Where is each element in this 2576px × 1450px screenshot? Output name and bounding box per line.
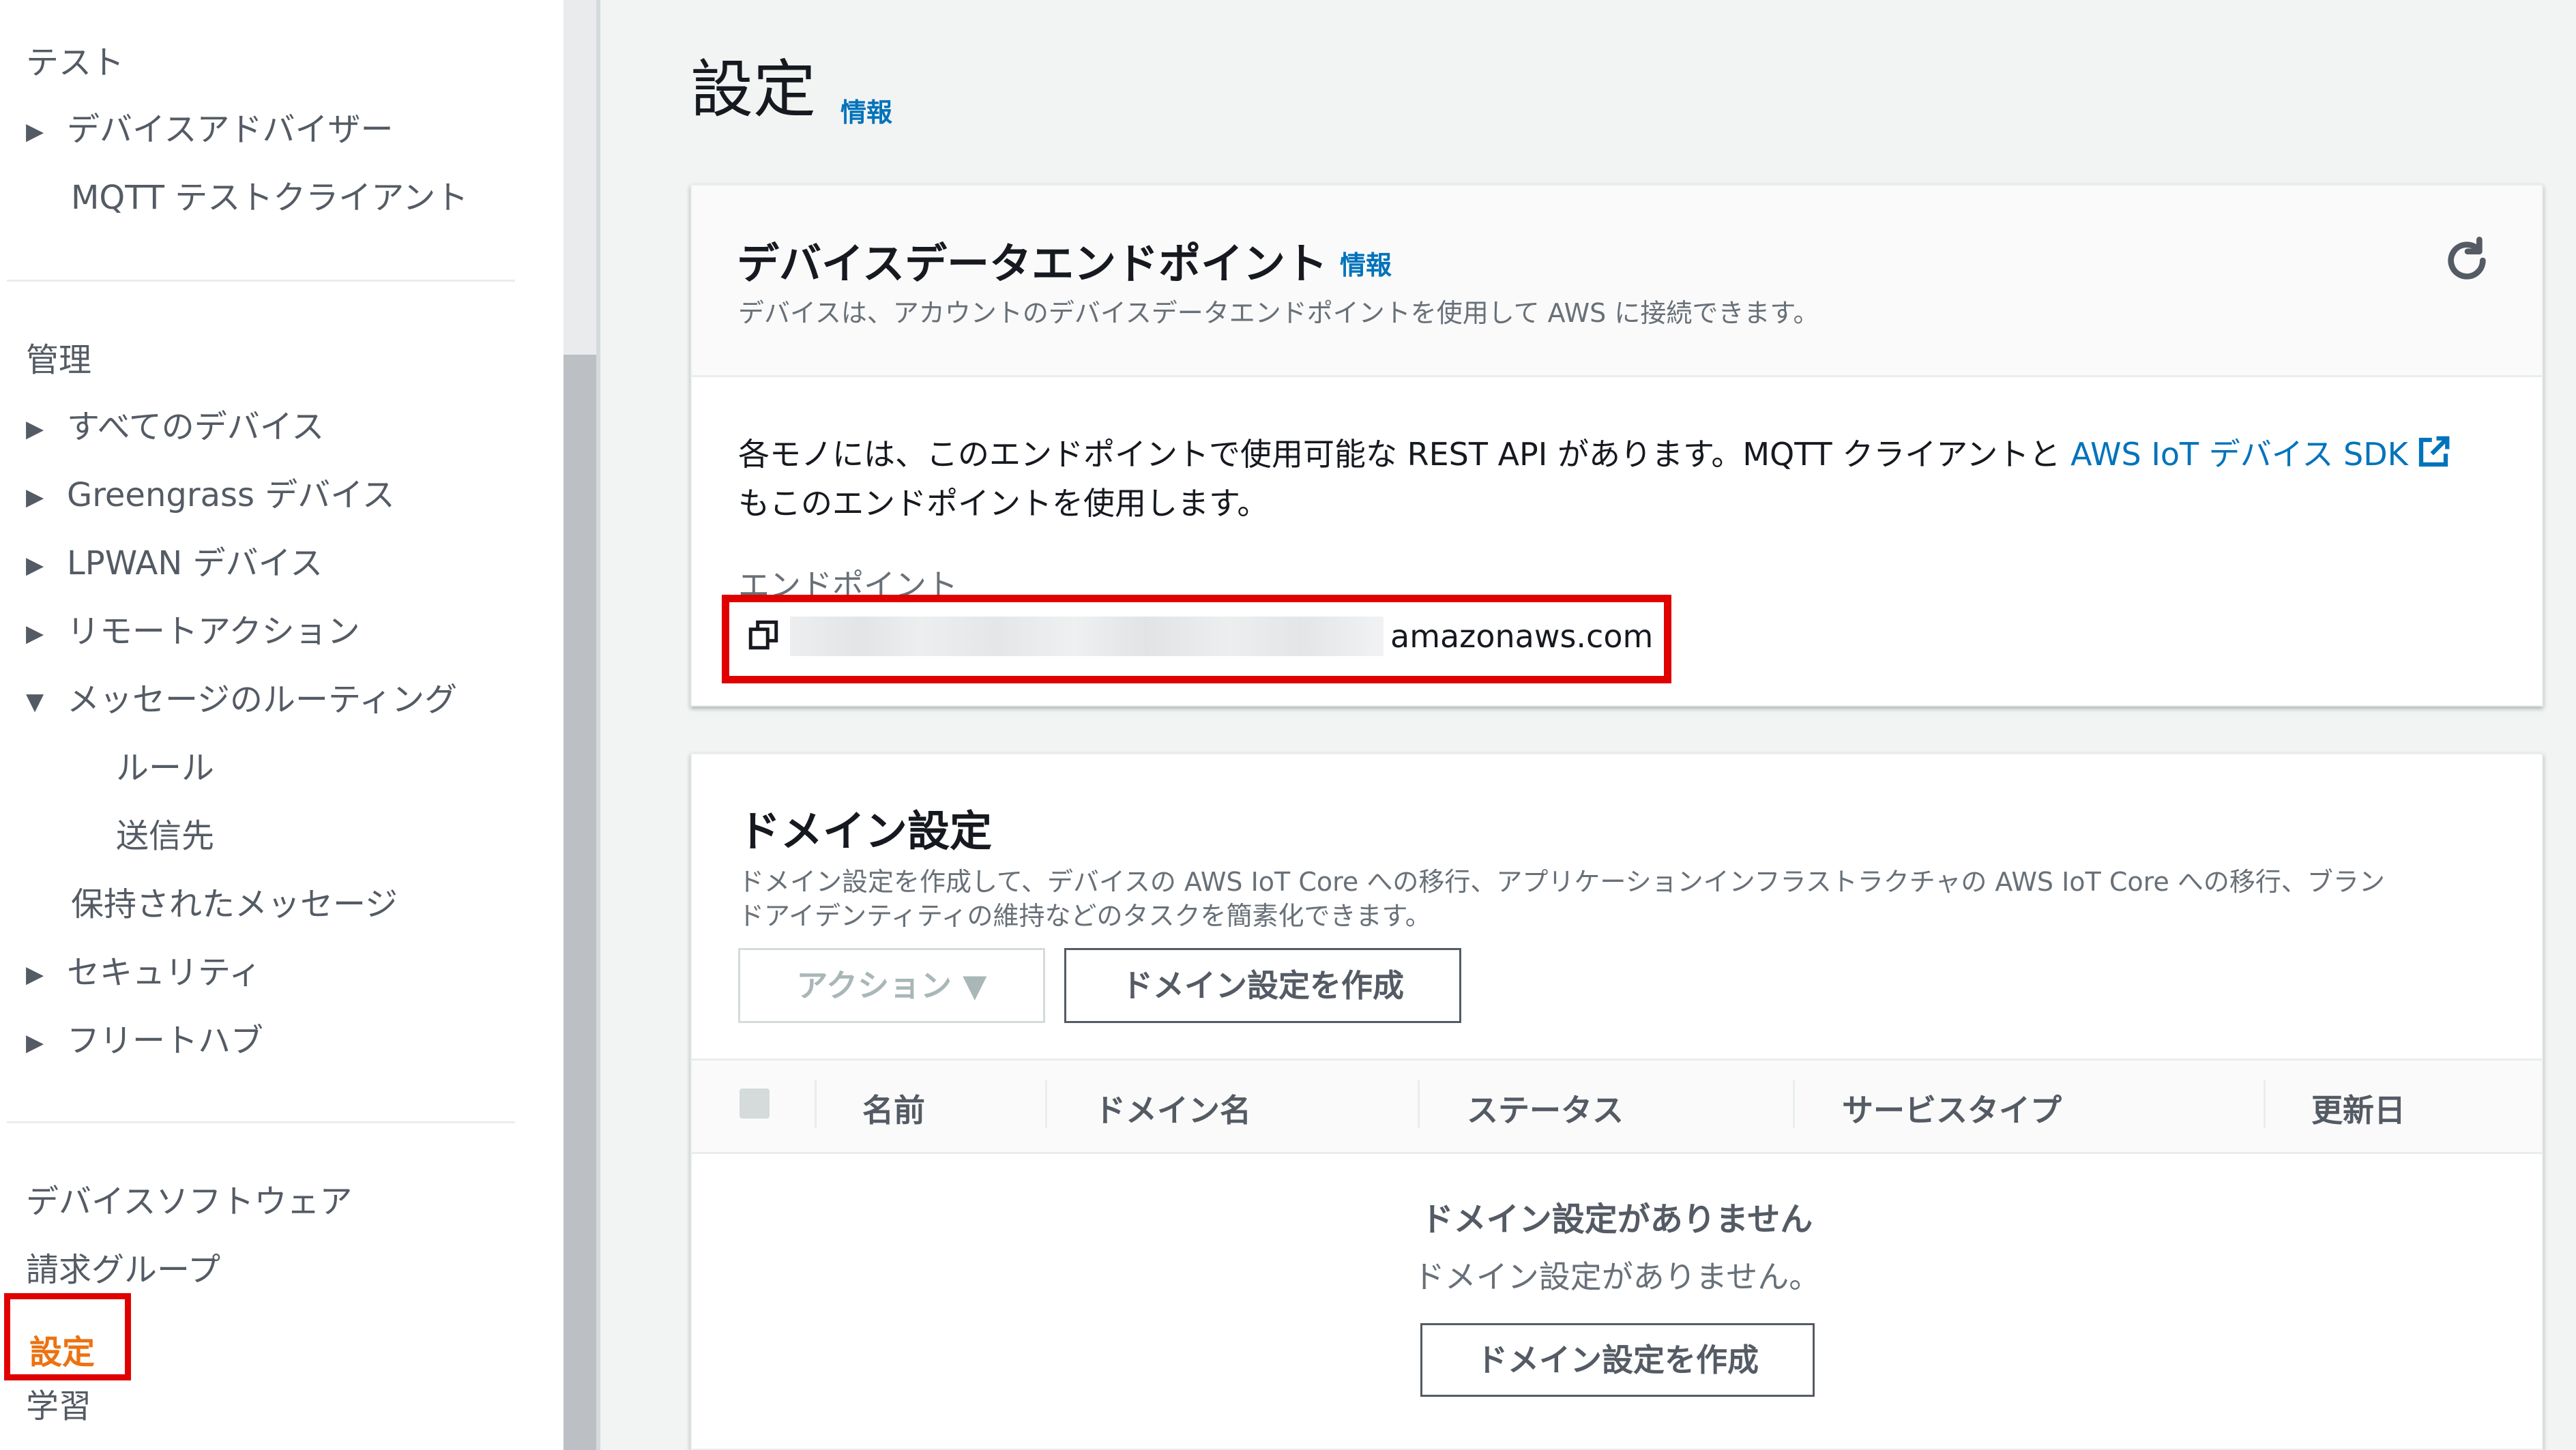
domain-card-title: ドメイン設定 <box>738 806 993 856</box>
expand-arrow-icon: ▶ <box>26 118 44 145</box>
endpoint-value[interactable]: amazonaws.com <box>1390 618 1653 655</box>
nav-item-label: Greengrass デバイス <box>67 476 395 514</box>
copy-icon[interactable] <box>746 618 780 652</box>
nav-item-remote-actions[interactable]: ▶ リモートアクション <box>26 615 360 648</box>
sidebar-border <box>596 0 600 1450</box>
nav-item-greengrass-devices[interactable]: ▶ Greengrass デバイス <box>26 479 395 512</box>
endpoint-card-title: デバイスデータエンドポイント <box>737 239 1328 288</box>
collapse-arrow-icon: ▼ <box>26 688 44 715</box>
nav-item-rules[interactable]: ルール <box>116 752 214 784</box>
column-header-status[interactable]: ステータス <box>1467 1086 1624 1131</box>
nav-item-settings-active[interactable]: 設定 <box>4 1293 131 1380</box>
sidebar-scrollbar-thumb[interactable] <box>564 355 596 1450</box>
expand-arrow-icon: ▶ <box>26 484 44 511</box>
external-link-icon <box>2418 436 2450 467</box>
select-all-checkbox[interactable] <box>740 1089 770 1119</box>
nav-item-label: すべてのデバイス <box>67 408 325 446</box>
nav-divider <box>7 280 515 282</box>
column-separator <box>815 1080 817 1128</box>
create-domain-config-button[interactable]: ドメイン設定を作成 <box>1064 948 1461 1023</box>
nav-item-billing-groups[interactable]: 請求グループ <box>26 1254 220 1286</box>
nav-item-mqtt-test-client[interactable]: MQTT テストクライアント <box>71 181 468 214</box>
refresh-icon[interactable] <box>2440 233 2494 288</box>
nav-section-test: テスト <box>26 44 125 82</box>
page-info-link[interactable]: 情報 <box>840 91 892 129</box>
nav-item-all-devices[interactable]: ▶ すべてのデバイス <box>26 411 324 443</box>
empty-state-create-button[interactable]: ドメイン設定を作成 <box>1420 1323 1815 1397</box>
nav-section-manage: 管理 <box>26 341 92 379</box>
nav-item-label: リモートアクション <box>67 612 360 651</box>
nav-item-label: フリートハブ <box>67 1022 264 1060</box>
expand-arrow-icon: ▶ <box>26 1029 44 1056</box>
nav-item-device-software[interactable]: デバイスソフトウェア <box>26 1185 353 1218</box>
column-header-service-type[interactable]: サービスタイプ <box>1842 1086 2062 1131</box>
endpoint-card-description: デバイスは、アカウントのデバイスデータエンドポイントを使用して AWS に接続で… <box>738 298 1819 328</box>
nav-item-label: メッセージのルーティング <box>67 681 458 719</box>
sdk-link-label: AWS IoT デバイス SDK <box>2070 436 2408 473</box>
actions-dropdown-button[interactable]: アクション ▼ <box>738 948 1045 1023</box>
sdk-link[interactable]: AWS IoT デバイス SDK <box>2070 436 2452 473</box>
page-title: 設定 <box>690 53 817 126</box>
expand-arrow-icon: ▶ <box>26 961 44 988</box>
nav-item-lpwan-devices[interactable]: ▶ LPWAN デバイス <box>26 547 323 580</box>
endpoint-body-line2: もこのエンドポイントを使用します。 <box>738 485 1269 522</box>
empty-state-description: ドメイン設定がありません。 <box>1413 1258 1821 1295</box>
nav-item-security[interactable]: ▶ セキュリティ <box>26 956 261 989</box>
nav-item-learn[interactable]: 学習 <box>26 1390 91 1423</box>
domain-card-description-line1: ドメイン設定を作成して、デバイスの AWS IoT Core への移行、アプリケ… <box>738 867 2385 897</box>
column-header-updated[interactable]: 更新日 <box>2311 1086 2405 1131</box>
endpoint-info-link[interactable]: 情報 <box>1340 244 1392 282</box>
endpoint-value-redacted <box>790 617 1384 656</box>
column-header-domain-name[interactable]: ドメイン名 <box>1094 1086 1251 1131</box>
nav-item-message-routing[interactable]: ▼ メッセージのルーティング <box>26 683 457 716</box>
domain-card-description-line2: ドアイデンティティの維持などのタスクを簡素化できます。 <box>738 901 1431 931</box>
empty-state-title: ドメイン設定がありません <box>1420 1200 1813 1239</box>
sidebar: テスト ▶ デバイスアドバイザー MQTT テストクライアント 管理 ▶ すべてのデ… <box>0 0 564 1450</box>
expand-arrow-icon: ▶ <box>26 415 44 443</box>
nav-item-label: 設定 <box>29 1333 96 1372</box>
column-header-name[interactable]: 名前 <box>862 1086 925 1131</box>
nav-item-device-advisor[interactable]: ▶ デバイスアドバイザー <box>26 113 394 146</box>
expand-arrow-icon: ▶ <box>26 620 44 647</box>
endpoint-body-line1: 各モノには、このエンドポイントで使用可能な REST API があります。MQT… <box>738 430 2452 475</box>
column-separator <box>2264 1080 2266 1128</box>
expand-arrow-icon: ▶ <box>26 552 44 579</box>
column-separator <box>1045 1080 1047 1128</box>
nav-item-label: デバイスアドバイザー <box>67 110 394 149</box>
column-separator <box>1418 1080 1420 1128</box>
column-separator <box>1793 1080 1795 1128</box>
nav-item-label: セキュリティ <box>67 953 262 992</box>
nav-item-label: LPWAN デバイス <box>67 544 323 582</box>
nav-item-retained-messages[interactable]: 保持されたメッセージ <box>71 888 398 921</box>
nav-item-fleet-hub[interactable]: ▶ フリートハブ <box>26 1024 263 1057</box>
nav-item-destinations[interactable]: 送信先 <box>116 820 214 853</box>
body-text: 各モノには、このエンドポイントで使用可能な REST API があります。MQT… <box>738 436 2061 473</box>
nav-divider <box>7 1121 515 1123</box>
